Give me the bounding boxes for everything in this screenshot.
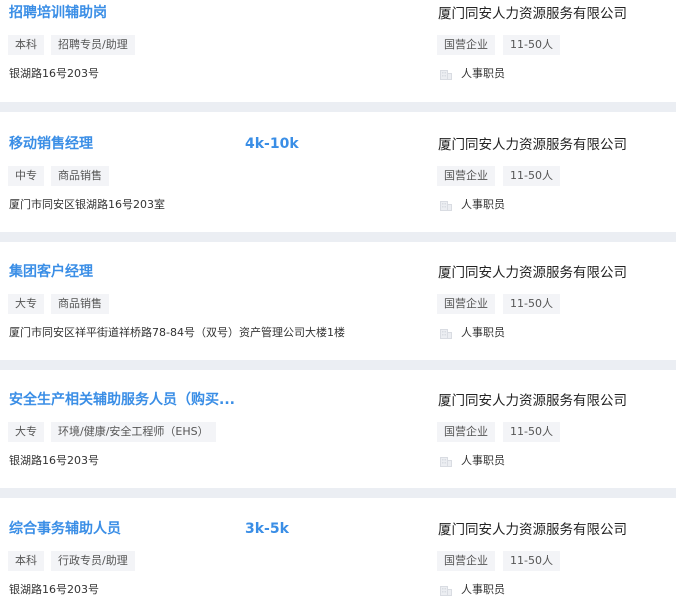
category-tag: 商品销售	[51, 166, 109, 186]
industry-label: 人事职员	[461, 198, 505, 211]
job-tags: 中专 商品销售	[8, 166, 116, 186]
company-industry: 人事职员	[440, 325, 505, 341]
company-size-tag: 11-50人	[503, 166, 560, 186]
category-tag: 商品销售	[51, 294, 109, 314]
job-address: 厦门市同安区银湖路16号203室	[9, 198, 165, 211]
job-salary: 4k-10k	[245, 136, 299, 152]
company-name-link[interactable]: 厦门同安人力资源服务有限公司	[438, 4, 627, 24]
building-icon	[440, 457, 452, 467]
company-industry: 人事职员	[440, 582, 505, 598]
building-icon	[440, 70, 452, 80]
company-tags: 国营企业 11-50人	[437, 551, 568, 571]
company-size-tag: 11-50人	[503, 551, 560, 571]
company-name-link[interactable]: 厦门同安人力资源服务有限公司	[438, 263, 627, 283]
company-type-tag: 国营企业	[437, 422, 495, 442]
industry-label: 人事职员	[461, 326, 505, 339]
education-tag: 大专	[8, 294, 44, 314]
company-industry: 人事职员	[440, 197, 505, 213]
company-tags: 国营企业 11-50人	[437, 294, 568, 314]
company-name-link[interactable]: 厦门同安人力资源服务有限公司	[438, 520, 627, 540]
building-icon	[440, 586, 452, 596]
job-card[interactable]: 安全生产相关辅助服务人员（购买... 大专 环境/健康/安全工程师（EHS） 银…	[0, 385, 676, 488]
industry-label: 人事职员	[461, 67, 505, 80]
job-address: 银湖路16号203号	[9, 583, 99, 596]
company-size-tag: 11-50人	[503, 422, 560, 442]
company-name-link[interactable]: 厦门同安人力资源服务有限公司	[438, 135, 627, 155]
job-card[interactable]: 集团客户经理 大专 商品销售 厦门市同安区祥平街道祥桥路78-84号（双号）资产…	[0, 257, 676, 360]
company-size-tag: 11-50人	[503, 35, 560, 55]
company-tags: 国营企业 11-50人	[437, 35, 568, 55]
building-icon	[440, 329, 452, 339]
job-title-link[interactable]: 集团客户经理	[9, 262, 93, 282]
company-industry: 人事职员	[440, 66, 505, 82]
category-tag: 行政专员/助理	[51, 551, 135, 571]
job-list: 招聘培训辅助岗 本科 招聘专员/助理 银湖路16号203号 厦门同安人力资源服务…	[0, 0, 676, 609]
job-card[interactable]: 综合事务辅助人员 3k-5k 本科 行政专员/助理 银湖路16号203号 厦门同…	[0, 514, 676, 609]
card-separator	[0, 102, 676, 112]
card-separator	[0, 360, 676, 370]
category-tag: 环境/健康/安全工程师（EHS）	[51, 422, 216, 442]
education-tag: 大专	[8, 422, 44, 442]
company-name-link[interactable]: 厦门同安人力资源服务有限公司	[438, 391, 627, 411]
job-address: 银湖路16号203号	[9, 67, 99, 80]
education-tag: 中专	[8, 166, 44, 186]
job-tags: 本科 招聘专员/助理	[8, 35, 142, 55]
building-icon	[440, 201, 452, 211]
job-card[interactable]: 移动销售经理 4k-10k 中专 商品销售 厦门市同安区银湖路16号203室 厦…	[0, 129, 676, 232]
company-type-tag: 国营企业	[437, 551, 495, 571]
company-tags: 国营企业 11-50人	[437, 166, 568, 186]
job-tags: 大专 商品销售	[8, 294, 116, 314]
company-tags: 国营企业 11-50人	[437, 422, 568, 442]
card-separator	[0, 232, 676, 242]
company-type-tag: 国营企业	[437, 166, 495, 186]
industry-label: 人事职员	[461, 454, 505, 467]
job-title-link[interactable]: 移动销售经理	[9, 134, 93, 154]
job-address: 厦门市同安区祥平街道祥桥路78-84号（双号）资产管理公司大楼1楼	[9, 326, 345, 339]
education-tag: 本科	[8, 35, 44, 55]
job-salary: 3k-5k	[245, 521, 289, 537]
job-title-link[interactable]: 招聘培训辅助岗	[9, 3, 107, 23]
company-type-tag: 国营企业	[437, 35, 495, 55]
job-tags: 本科 行政专员/助理	[8, 551, 142, 571]
industry-label: 人事职员	[461, 583, 505, 596]
job-title-link[interactable]: 安全生产相关辅助服务人员（购买...	[9, 390, 235, 410]
education-tag: 本科	[8, 551, 44, 571]
card-separator	[0, 488, 676, 498]
company-industry: 人事职员	[440, 453, 505, 469]
company-type-tag: 国营企业	[437, 294, 495, 314]
category-tag: 招聘专员/助理	[51, 35, 135, 55]
company-size-tag: 11-50人	[503, 294, 560, 314]
job-tags: 大专 环境/健康/安全工程师（EHS）	[8, 422, 223, 442]
job-title-link[interactable]: 综合事务辅助人员	[9, 519, 121, 539]
job-card[interactable]: 招聘培训辅助岗 本科 招聘专员/助理 银湖路16号203号 厦门同安人力资源服务…	[0, 0, 676, 101]
job-address: 银湖路16号203号	[9, 454, 99, 467]
